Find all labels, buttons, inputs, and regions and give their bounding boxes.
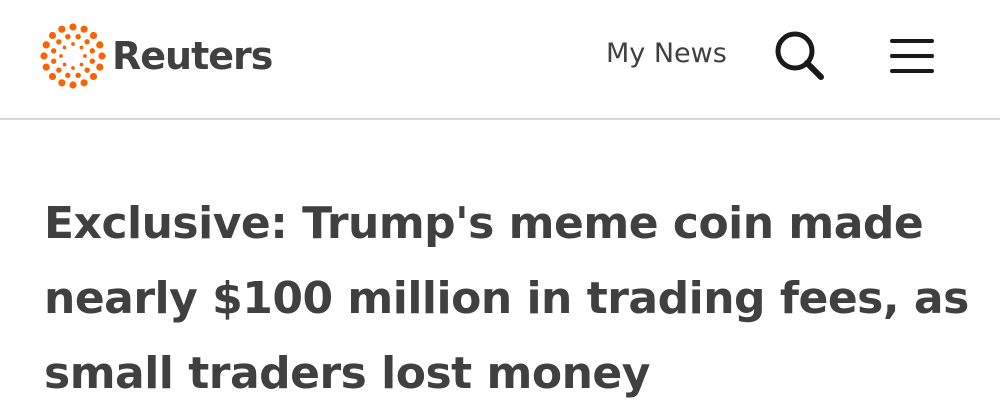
logo-dot: [48, 31, 57, 40]
logo-dot: [62, 45, 67, 50]
logo-dot: [65, 72, 71, 79]
logo-dot: [50, 58, 57, 64]
logo-dot: [65, 33, 71, 40]
logo-dot: [48, 72, 57, 81]
my-news-link[interactable]: My News: [606, 34, 727, 74]
search-icon: [775, 31, 824, 80]
hamburger-menu-icon: [890, 39, 934, 73]
logo-dot: [84, 67, 90, 73]
article-headline[interactable]: Exclusive: Trump's meme coin made nearly…: [44, 186, 974, 411]
logo-dot: [56, 39, 62, 45]
menu-button[interactable]: [884, 32, 940, 80]
logo-dot: [96, 41, 104, 49]
logo-dot: [42, 63, 50, 71]
logo-text: Reuters: [112, 34, 273, 78]
logo-dot: [71, 66, 75, 70]
logo-dot: [62, 62, 67, 67]
logo-dot: [59, 54, 63, 58]
logo-dot: [83, 54, 87, 58]
logo-dot: [75, 72, 81, 79]
logo-dot: [40, 52, 48, 60]
logo-dot: [56, 67, 62, 73]
logo-dot: [71, 42, 75, 46]
logo-dot: [84, 39, 90, 45]
logo-dot: [69, 23, 77, 31]
logo-dot: [79, 62, 84, 67]
logo-dot: [79, 45, 84, 50]
logo-dot: [75, 33, 81, 40]
logo-dot: [69, 81, 77, 89]
top-header: Reuters My News: [0, 0, 1000, 120]
logo-dot: [80, 79, 88, 87]
logo-dot: [96, 63, 104, 71]
search-button[interactable]: [770, 26, 830, 86]
logo-dot: [89, 58, 96, 64]
logo-dot: [58, 25, 66, 33]
logo-dot: [89, 72, 98, 81]
logo-dot: [50, 48, 57, 54]
logo-dot: [42, 41, 50, 49]
logo-dot: [89, 48, 96, 54]
logo-dot: [98, 52, 106, 60]
logo-dot: [58, 79, 66, 87]
reuters-dot-ring-icon: [40, 23, 106, 89]
logo-dot: [89, 31, 98, 40]
reuters-logo[interactable]: Reuters: [40, 22, 273, 90]
logo-dot: [80, 25, 88, 33]
